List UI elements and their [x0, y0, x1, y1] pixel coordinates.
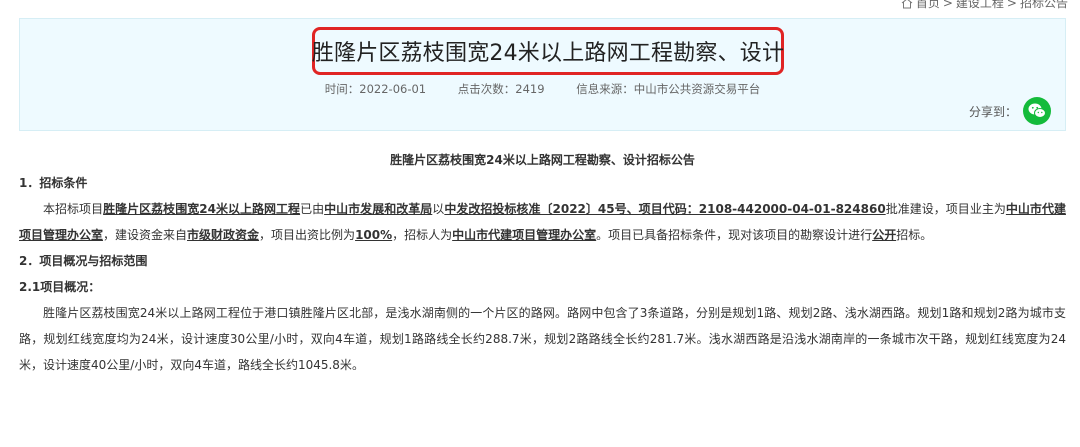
- text-segment: 本招标项目: [43, 202, 104, 216]
- info-source-label: 信息来源：: [576, 82, 634, 96]
- article-header: 胜隆片区荔枝围宽24米以上路网工程勘察、设计 时间：2022-06-01 点击次…: [19, 18, 1066, 131]
- breadcrumb-home-link[interactable]: 首页: [916, 0, 940, 10]
- text-segment: 已由: [300, 202, 325, 216]
- breadcrumb-section-link[interactable]: 建设工程: [956, 0, 1004, 10]
- share-bar: 分享到：: [969, 97, 1051, 125]
- section-heading-project-overview: 2．项目概况与招标范围: [19, 254, 148, 268]
- publish-time: 时间：2022-06-01: [325, 82, 426, 96]
- text-segment: 招标。: [896, 228, 933, 242]
- text-segment: 。项目已具备招标条件，现对该项目的勘察设计进行: [596, 228, 873, 242]
- publish-time-label: 时间：: [324, 82, 360, 96]
- breadcrumb-separator: >: [942, 0, 953, 10]
- page-title: 胜隆片区荔枝围宽24米以上路网工程勘察、设计: [311, 41, 785, 66]
- article-meta: 时间：2022-06-01 点击次数：2419 信息来源：中山市公共资源交易平台: [20, 81, 1065, 97]
- funding-source: 市级财政资金: [187, 228, 260, 242]
- wechat-share-button[interactable]: [1023, 97, 1051, 125]
- breadcrumb: 首页 > 建设工程 > 招标公告: [901, 0, 1068, 10]
- breadcrumb-separator: >: [1006, 0, 1017, 10]
- wechat-icon: [1028, 103, 1046, 118]
- text-segment: 以: [432, 202, 445, 216]
- publish-time-value: 2022-06-01: [359, 82, 427, 96]
- text-segment: ，建设资金来自: [103, 228, 188, 242]
- tender-mode: 公开: [872, 228, 897, 242]
- subsection-heading-overview: 2.1项目概况：: [19, 280, 101, 294]
- share-label: 分享到：: [968, 104, 1017, 119]
- tender-conditions-paragraph: 本招标项目胜隆片区荔枝围宽24米以上路网工程已由中山市发展和改革局以中发改招投标…: [19, 196, 1066, 248]
- text-segment: ，招标人为: [392, 228, 453, 242]
- approver-name: 中山市发展和改革局: [324, 202, 433, 216]
- text-segment: 批准建设，项目业主为: [885, 202, 1006, 216]
- breadcrumb-current-link[interactable]: 招标公告: [1020, 0, 1068, 10]
- info-source-value: 中山市公共资源交易平台: [633, 82, 761, 96]
- info-source: 信息来源：中山市公共资源交易平台: [576, 82, 760, 96]
- article-body: 胜隆片区荔枝围宽24米以上路网工程勘察、设计招标公告 1．招标条件 本招标项目胜…: [19, 150, 1066, 378]
- section-heading-tender-conditions: 1．招标条件: [19, 176, 88, 190]
- click-count-value: 2419: [515, 82, 545, 96]
- tenderer-name: 中山市代建项目管理办公室: [452, 228, 597, 242]
- funding-ratio: 100%: [355, 228, 393, 242]
- home-icon[interactable]: [901, 0, 913, 9]
- click-count-label: 点击次数：: [457, 82, 516, 96]
- title-highlight-box: 胜隆片区荔枝围宽24米以上路网工程勘察、设计: [312, 27, 784, 75]
- project-name: 胜隆片区荔枝围宽24米以上路网工程: [103, 202, 301, 216]
- notice-title: 胜隆片区荔枝围宽24米以上路网工程勘察、设计招标公告: [390, 153, 695, 167]
- text-segment: ，项目出资比例为: [259, 228, 356, 242]
- click-count: 点击次数：2419: [458, 82, 545, 96]
- approval-number: 中发改招投标核准〔2022〕45号、项目代码：2108-442000-04-01…: [444, 202, 886, 216]
- project-overview-paragraph: 胜隆片区荔枝围宽24米以上路网工程位于港口镇胜隆片区北部，是浅水湖南侧的一个片区…: [19, 306, 1066, 372]
